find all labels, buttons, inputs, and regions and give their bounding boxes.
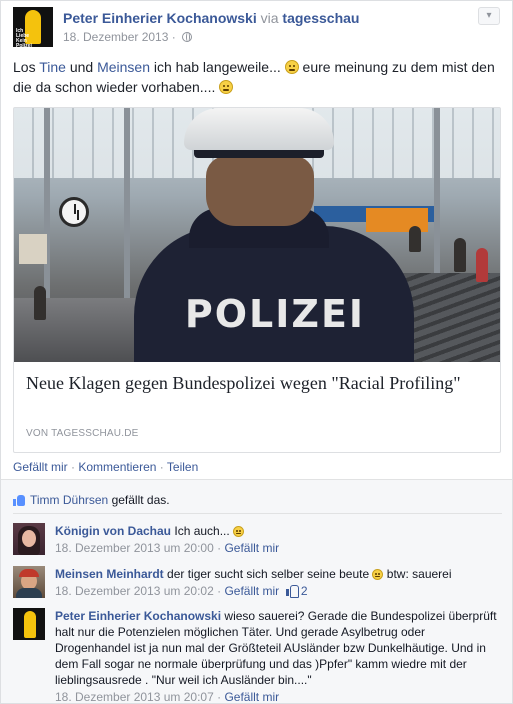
comment-author-link[interactable]: Königin von Dachau (55, 524, 171, 538)
tag-tine-link[interactable]: Tine (39, 59, 66, 75)
post-header: Ich Liebe Kein Polizei Peter Einherier K… (13, 7, 500, 47)
clock-icon (59, 197, 89, 227)
comment-author-link[interactable]: Peter Einherier Kochanowski (55, 609, 221, 623)
comment-text-2: btw: sauerei (383, 567, 452, 581)
feedback-section: Timm Dührsen gefällt das. Königin von Da… (1, 479, 512, 704)
post-card: Ich Liebe Kein Polizei Peter Einherier K… (0, 0, 513, 704)
background-person (476, 248, 488, 282)
comment-timestamp[interactable]: 18. Dezember 2013 um 20:02 (55, 584, 214, 598)
officer-cap (184, 108, 334, 150)
action-separator: · (159, 460, 164, 474)
logo-figure-icon (24, 611, 36, 638)
like-button[interactable]: Gefällt mir (13, 460, 68, 474)
post-meta: 18. Dezember 2013 · (63, 30, 193, 44)
comment-like-button[interactable]: Gefällt mir (224, 584, 279, 598)
via-label: via (260, 10, 279, 26)
commenter-avatar[interactable] (13, 523, 45, 555)
link-preview-image[interactable]: POLIZEI (14, 108, 500, 362)
avatar-cap (19, 569, 39, 577)
comment-like-button[interactable]: Gefällt mir (224, 690, 279, 703)
comment-body: Meinsen Meinhardt der tiger sucht sich s… (55, 566, 502, 599)
polizei-text: POLIZEI (184, 292, 366, 336)
comment-like-count[interactable]: 2 (301, 584, 308, 598)
post-timestamp[interactable]: 18. Dezember 2013 (63, 30, 168, 44)
comment-author-link[interactable]: Meinsen Meinhardt (55, 567, 164, 581)
smiley-icon (372, 569, 384, 580)
police-officer: POLIZEI (134, 108, 414, 362)
comment-item: Peter Einherier Kochanowski wieso sauere… (13, 608, 502, 704)
post-actions: Gefällt mir · Kommentieren · Teilen (13, 460, 198, 474)
comment-text: Ich auch... (174, 524, 234, 538)
link-title[interactable]: Neue Klagen gegen Bundespolizei wegen "R… (26, 372, 490, 394)
comment-text: der tiger sucht sich selber seine beute (163, 567, 373, 581)
action-separator: · (71, 460, 76, 474)
globe-icon[interactable] (182, 32, 193, 42)
divider (13, 513, 502, 514)
avatar-face (22, 530, 36, 547)
chevron-down-icon[interactable]: ▾ (478, 7, 500, 25)
comment-timestamp[interactable]: 18. Dezember 2013 um 20:07 (55, 690, 214, 703)
meta-separator: · (217, 541, 222, 555)
smiley-icon (233, 526, 245, 537)
comment-timestamp[interactable]: 18. Dezember 2013 um 20:00 (55, 541, 214, 555)
comment-item: Meinsen Meinhardt der tiger sucht sich s… (13, 566, 502, 602)
liker-name-link[interactable]: Timm Dührsen (30, 493, 108, 507)
smiley-icon (219, 80, 234, 94)
author-name-link[interactable]: Peter Einherier Kochanowski (63, 10, 257, 26)
likes-summary: Timm Dührsen gefällt das. (13, 493, 502, 507)
thumb-up-icon[interactable] (286, 585, 300, 598)
meta-separator: · (217, 584, 222, 598)
share-button[interactable]: Teilen (167, 460, 198, 474)
comment-item: Königin von Dachau Ich auch... 18. Dezem… (13, 523, 502, 559)
background-person (454, 238, 466, 272)
smiley-icon (284, 60, 299, 74)
like-icon (13, 494, 26, 506)
commenter-avatar[interactable] (13, 566, 45, 598)
link-source: VON TAGESSCHAU.DE (26, 428, 139, 439)
post-text: Los Tine und Meinsen ich hab langeweile.… (13, 59, 495, 95)
likes-suffix: gefällt das. (108, 493, 170, 507)
commenter-avatar[interactable] (13, 608, 45, 640)
comment-button[interactable]: Kommentieren (78, 460, 156, 474)
background-person (34, 286, 46, 320)
tag-meinsen-link[interactable]: Meinsen (97, 59, 150, 75)
meta-separator: · (171, 30, 176, 44)
author-avatar[interactable]: Ich Liebe Kein Polizei (13, 7, 53, 47)
officer-head (206, 156, 314, 226)
link-preview-card[interactable]: POLIZEI Neue Klagen gegen Bundespolizei … (13, 107, 501, 453)
station-sign (19, 234, 47, 264)
avatar-shirt (16, 588, 42, 598)
comment-like-button[interactable]: Gefällt mir (224, 541, 279, 555)
via-source-link[interactable]: tagesschau (282, 10, 359, 26)
author-line: Peter Einherier Kochanowski via tagessch… (63, 10, 359, 26)
avatar-logo-text: Ich Liebe Kein Polizei (16, 28, 32, 48)
comment-body: Peter Einherier Kochanowski wieso sauere… (55, 608, 502, 704)
comment-body: Königin von Dachau Ich auch... 18. Dezem… (55, 523, 502, 556)
meta-separator: · (217, 690, 222, 704)
